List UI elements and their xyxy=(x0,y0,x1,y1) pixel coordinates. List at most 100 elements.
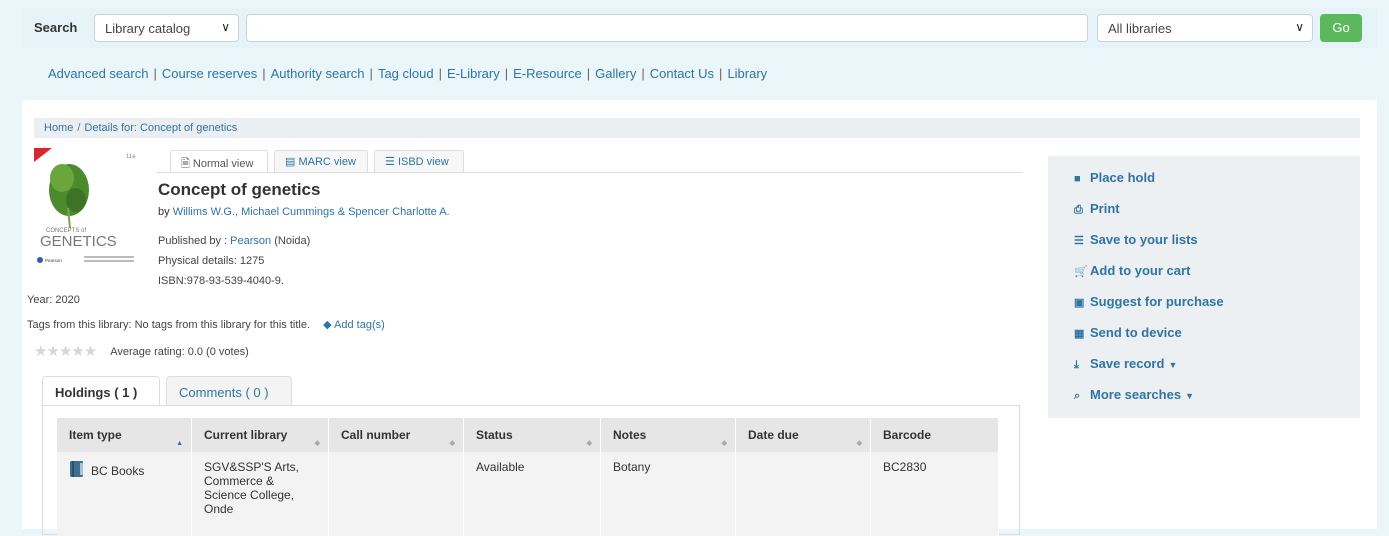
send-to-device-button[interactable]: ▦ Send to device xyxy=(1074,325,1182,340)
column-header-barcode[interactable]: Barcode xyxy=(870,418,999,452)
suggest-purchase-button[interactable]: ▣ Suggest for purchase xyxy=(1074,294,1224,309)
tab-holdings[interactable]: Holdings ( 1 ) xyxy=(42,376,160,406)
rating: ★★★★★ Average rating: 0.0 (0 votes) xyxy=(34,342,249,360)
column-header-date-due[interactable]: Date due ◆ xyxy=(735,418,871,452)
sort-icon: ◆ xyxy=(856,440,862,447)
book-cover-image[interactable]: 11e CONCEPTS of GENETICS Pearson xyxy=(34,148,144,266)
cell-item-type: BC Books xyxy=(57,452,192,536)
publish-place: (Noida) xyxy=(274,235,311,247)
list-icon: ☰ xyxy=(385,156,395,168)
publisher-link[interactable]: Pearson xyxy=(230,235,271,247)
send-to-device-label: Send to device xyxy=(1090,325,1182,340)
by-label: by xyxy=(158,206,170,218)
cell-notes: Botany xyxy=(600,452,736,536)
column-header-notes[interactable]: Notes ◆ xyxy=(600,418,736,452)
holdings-panel: Item type ▲ Current library ◆ Call number ◆… xyxy=(42,405,1020,536)
nav-link-contact-us[interactable]: Contact Us xyxy=(650,66,714,81)
nav-link-advanced-search[interactable]: Advanced search xyxy=(48,66,148,81)
tag-icon: ◆ xyxy=(323,319,332,331)
tab-normal-view[interactable]: 🗎 Normal view xyxy=(170,150,268,172)
nav-link-e-library[interactable]: E-Library xyxy=(447,66,500,81)
add-to-cart-label: Add to your cart xyxy=(1090,263,1191,278)
nav-link-tag-cloud[interactable]: Tag cloud xyxy=(378,66,434,81)
nav-links: Advanced search | Course reserves | Authorit… xyxy=(48,66,768,81)
download-icon: ⤓ xyxy=(1074,359,1079,371)
add-tag-label: Add tag(s) xyxy=(334,319,385,331)
isbn: ISBN:978-93-539-4040-9. xyxy=(158,275,284,287)
record-title: Concept of genetics xyxy=(158,180,321,199)
cell-call-number xyxy=(328,452,464,536)
tab-isbd-view-label: ISBD view xyxy=(397,156,449,168)
search-bar: Search Library catalog ∨ All libraries ∨… xyxy=(22,8,1377,48)
print-label: Print xyxy=(1090,201,1120,216)
caret-down-icon: ▼ xyxy=(1185,391,1194,401)
go-button[interactable]: Go xyxy=(1320,14,1362,42)
column-header-call-number[interactable]: Call number ◆ xyxy=(328,418,464,452)
author-links[interactable]: Willims W.G., Michael Cummings & Spencer… xyxy=(173,206,450,218)
breadcrumb-current[interactable]: Details for: Concept of genetics xyxy=(84,122,237,134)
chevron-down-icon: ∨ xyxy=(221,20,230,34)
place-hold-label: Place hold xyxy=(1090,170,1156,185)
star-rating-icons[interactable]: ★★★★★ xyxy=(34,343,97,360)
sort-ascending-icon: ▲ xyxy=(176,440,183,447)
more-searches-label: More searches xyxy=(1090,387,1182,402)
library-select[interactable]: All libraries ∨ xyxy=(1097,14,1313,42)
cell-status: Available xyxy=(463,452,601,536)
view-tabs: 🗎 Normal view ▤ MARC view ☰ ISBD view xyxy=(156,150,1022,173)
year: Year: 2020 xyxy=(27,294,80,306)
nav-link-authority-search[interactable]: Authority search xyxy=(271,66,365,81)
column-header-current-library[interactable]: Current library ◆ xyxy=(191,418,329,452)
tab-comments[interactable]: Comments ( 0 ) xyxy=(166,376,292,406)
nav-link-course-reserves[interactable]: Course reserves xyxy=(162,66,257,81)
tags-label: Tags from this library: xyxy=(27,319,132,331)
catalog-select[interactable]: Library catalog ∨ xyxy=(94,14,239,42)
place-hold-button[interactable]: ■ Place hold xyxy=(1074,170,1155,185)
book-icon xyxy=(70,461,83,477)
more-searches-dropdown[interactable]: ⌕ More searches ▼ xyxy=(1074,387,1194,403)
breadcrumb-home[interactable]: Home xyxy=(44,122,73,134)
save-record-dropdown[interactable]: ⤓ Save record ▼ xyxy=(1074,356,1177,372)
gift-icon: ▣ xyxy=(1074,297,1085,309)
search-input[interactable] xyxy=(246,14,1088,42)
main-content: Home / Details for: Concept of genetics 11… xyxy=(22,100,1377,536)
save-to-lists-label: Save to your lists xyxy=(1090,232,1198,247)
add-tag-link[interactable]: ◆ Add tag(s) xyxy=(323,319,385,331)
tab-marc-view[interactable]: ▤ MARC view xyxy=(274,150,368,172)
library-select-value: All libraries xyxy=(1108,21,1172,36)
cell-current-library: SGV&SSP'S Arts, Commerce & Science Colle… xyxy=(191,452,329,536)
sort-icon: ◆ xyxy=(314,440,320,447)
add-to-cart-button[interactable]: 🛒 Add to your cart xyxy=(1074,263,1190,278)
search-label: Search xyxy=(34,20,78,35)
item-type-value: BC Books xyxy=(91,464,145,478)
column-header-item-type[interactable]: Item type ▲ xyxy=(57,418,192,452)
actions-sidebar: ■ Place hold ⎙ Print ☰ Save to your lists 🛒… xyxy=(1048,156,1360,418)
sort-icon: ◆ xyxy=(586,440,592,447)
tags-line: Tags from this library: No tags from thi… xyxy=(27,318,385,331)
suggest-purchase-label: Suggest for purchase xyxy=(1090,294,1224,309)
search-icon: ⌕ xyxy=(1074,390,1081,402)
save-record-label: Save record xyxy=(1090,356,1165,371)
cover-text-big: GENETICS xyxy=(40,233,117,250)
column-header-status[interactable]: Status ◆ xyxy=(463,418,601,452)
holdings-table: Item type ▲ Current library ◆ Call number ◆… xyxy=(57,418,999,536)
cell-date-due xyxy=(735,452,871,536)
nav-link-library[interactable]: Library xyxy=(727,66,767,81)
physical-details: Physical details: 1275 xyxy=(158,255,265,267)
tab-isbd-view[interactable]: ☰ ISBD view xyxy=(374,150,464,172)
nav-link-e-resource[interactable]: E-Resource xyxy=(513,66,582,81)
average-rating: Average rating: 0.0 (0 votes) xyxy=(110,346,249,358)
device-icon: ▦ xyxy=(1074,328,1085,340)
sort-icon: ◆ xyxy=(449,440,455,447)
tab-marc-view-label: MARC view xyxy=(298,156,356,168)
record-authors: by Willims W.G., Michael Cummings & Spen… xyxy=(158,206,450,218)
save-to-lists-button[interactable]: ☰ Save to your lists xyxy=(1074,232,1198,247)
table-row: BC Books SGV&SSP'S Arts, Commerce & Scie… xyxy=(57,452,999,536)
published-label: Published by : xyxy=(158,235,228,247)
nav-link-gallery[interactable]: Gallery xyxy=(595,66,636,81)
document-icon: 🗎 xyxy=(181,158,190,170)
cover-edition: 11e xyxy=(126,154,136,160)
catalog-select-value: Library catalog xyxy=(105,21,191,36)
publisher-line: Published by : Pearson (Noida) xyxy=(158,235,310,247)
print-button[interactable]: ⎙ Print xyxy=(1074,201,1120,217)
print-icon: ⎙ xyxy=(1074,204,1083,216)
